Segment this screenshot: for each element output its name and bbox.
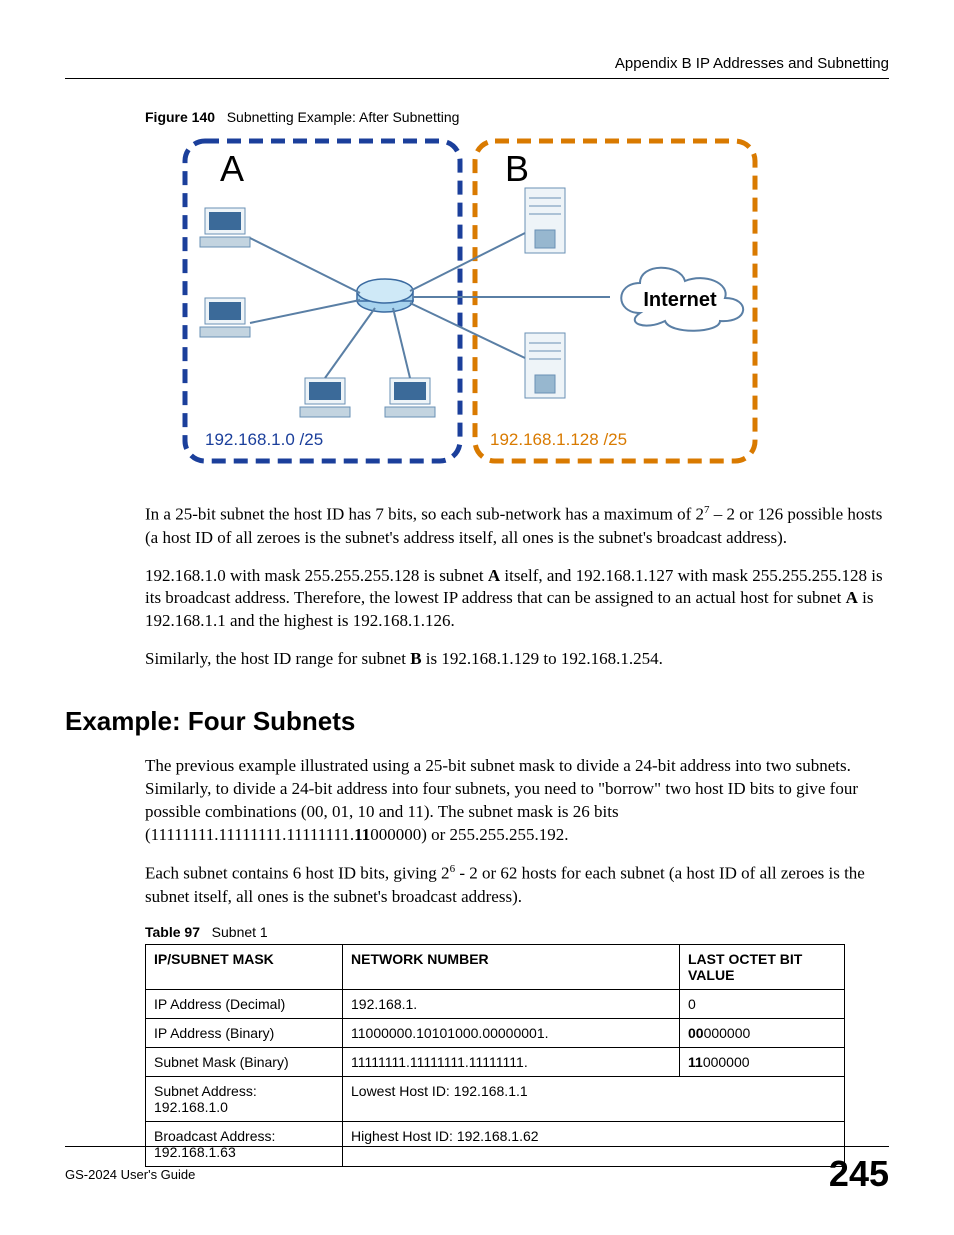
table-title: Subnet 1 <box>212 924 268 940</box>
workstation-icon <box>300 378 350 417</box>
subnet-table: IP/SUBNET MASK NETWORK NUMBER LAST OCTET… <box>145 944 845 1167</box>
paragraph: In a 25-bit subnet the host ID has 7 bit… <box>145 503 889 550</box>
table-header: NETWORK NUMBER <box>343 944 680 989</box>
page-number: 245 <box>829 1153 889 1195</box>
workstation-icon <box>200 208 250 247</box>
subnet-b-label: B <box>505 148 529 189</box>
cloud-label: Internet <box>643 289 717 311</box>
table-header: LAST OCTET BIT VALUE <box>680 944 845 989</box>
table-row: Subnet Mask (Binary) 11111111.11111111.1… <box>146 1047 845 1076</box>
figure-label: Figure 140 <box>145 109 215 125</box>
figure-diagram: A B <box>175 133 889 478</box>
subnet-b-ip: 192.168.1.128 /25 <box>490 430 627 449</box>
subnet-a-ip: 192.168.1.0 /25 <box>205 430 323 449</box>
table-header: IP/SUBNET MASK <box>146 944 343 989</box>
workstation-icon <box>385 378 435 417</box>
paragraph: Similarly, the host ID range for subnet … <box>145 648 889 671</box>
appendix-title: Appendix B IP Addresses and Subnetting <box>615 55 889 72</box>
page-header: Appendix B IP Addresses and Subnetting <box>65 55 889 79</box>
server-icon <box>525 188 565 253</box>
paragraph: The previous example illustrated using a… <box>145 755 889 847</box>
section-heading: Example: Four Subnets <box>65 706 889 737</box>
footer-guide-name: GS-2024 User's Guide <box>65 1167 195 1182</box>
paragraph: Each subnet contains 6 host ID bits, giv… <box>145 862 889 909</box>
table-label: Table 97 <box>145 924 200 940</box>
table-row: Subnet Address: 192.168.1.0 Lowest Host … <box>146 1076 845 1121</box>
workstation-icon <box>200 298 250 337</box>
subnet-a-label: A <box>220 148 244 189</box>
page: Appendix B IP Addresses and Subnetting F… <box>0 0 954 1235</box>
table-row: IP Address (Decimal) 192.168.1. 0 <box>146 989 845 1018</box>
table-caption: Table 97 Subnet 1 <box>145 924 889 940</box>
server-icon <box>525 333 565 398</box>
figure-caption: Figure 140 Subnetting Example: After Sub… <box>145 109 889 125</box>
paragraph: 192.168.1.0 with mask 255.255.255.128 is… <box>145 565 889 634</box>
page-footer: GS-2024 User's Guide 245 <box>65 1146 889 1195</box>
figure-title: Subnetting Example: After Subnetting <box>227 109 460 125</box>
table-row: IP Address (Binary) 11000000.10101000.00… <box>146 1018 845 1047</box>
table-header-row: IP/SUBNET MASK NETWORK NUMBER LAST OCTET… <box>146 944 845 989</box>
